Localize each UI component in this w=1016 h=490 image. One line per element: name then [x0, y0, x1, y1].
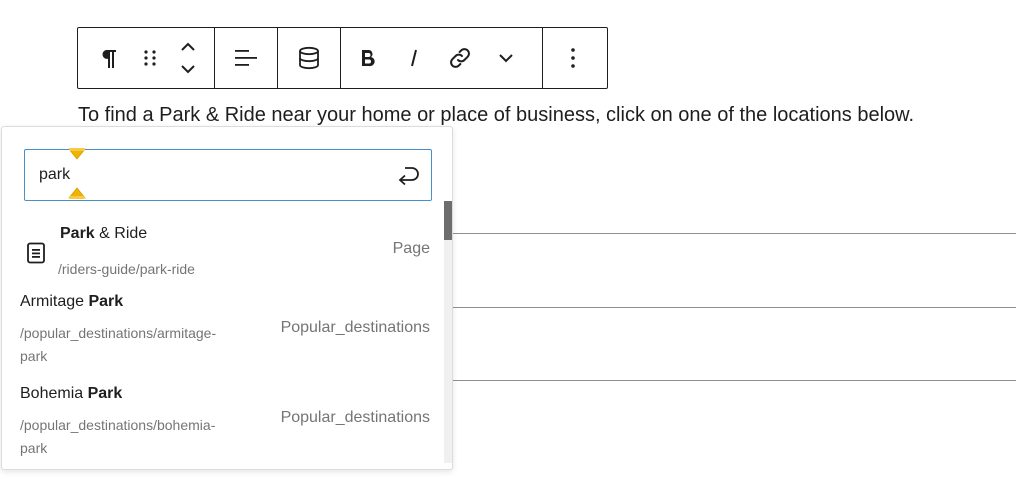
suggestion-title: Park & Ride	[60, 225, 147, 243]
align-group	[215, 28, 278, 88]
link-icon	[450, 48, 470, 68]
scrollbar-thumb[interactable]	[444, 201, 452, 240]
suggestion-type: Popular_destinations	[280, 319, 430, 336]
selection-handle-top[interactable]	[67, 148, 87, 160]
suggestion-url-line: /popular_destinations/bohemia-	[20, 417, 216, 433]
drag-handle[interactable]	[132, 34, 168, 82]
align-left-icon	[235, 50, 257, 66]
suggestion-title-rest: & Ride	[99, 225, 148, 242]
move-up-icon	[181, 42, 195, 51]
database-icon	[299, 46, 319, 70]
separator	[452, 307, 1016, 308]
suggestion-url-line: park	[20, 440, 48, 456]
suggestion-url-line: /popular_destinations/armitage-	[20, 325, 217, 341]
link-suggestion-item[interactable]: Park & Ride /riders-guide/park-ride Page	[2, 221, 446, 285]
link-search-field	[24, 148, 432, 201]
link-search-input[interactable]	[39, 150, 379, 200]
block-toolbar	[77, 27, 608, 89]
suggestion-title-match: Park	[87, 385, 123, 402]
suggestion-type: Page	[392, 240, 430, 257]
paragraph-icon	[102, 50, 116, 68]
page-icon	[27, 242, 45, 264]
link-popover: Park & Ride /riders-guide/park-ride Page…	[1, 126, 453, 470]
paragraph-text[interactable]: To find a Park & Ride near your home or …	[78, 102, 998, 128]
more-options-button[interactable]	[553, 34, 593, 82]
move-up-button[interactable]	[168, 36, 208, 58]
suggestion-url: /popular_destinations/bohemia- park	[20, 414, 215, 460]
format-group	[341, 28, 543, 88]
data-group	[278, 28, 341, 88]
bold-icon	[362, 50, 375, 67]
block-mover	[168, 34, 208, 82]
separator	[452, 380, 1016, 381]
link-suggestion-item[interactable]: Bohemia Park /popular_destinations/bohem…	[2, 381, 446, 467]
suggestion-url-line: park	[20, 348, 48, 364]
suggestion-title-match: Park	[88, 293, 124, 310]
link-suggestion-item[interactable]: Armitage Park /popular_destinations/armi…	[2, 289, 446, 375]
more-formats-button[interactable]	[483, 34, 529, 82]
chevron-down-icon	[499, 54, 513, 63]
suggestions-scrollbar[interactable]	[444, 201, 452, 463]
paragraph-block-button[interactable]	[84, 34, 132, 82]
more-options-icon	[571, 48, 575, 68]
suggestion-type: Popular_destinations	[280, 409, 430, 426]
italic-button[interactable]	[391, 34, 437, 82]
move-down-icon	[181, 65, 195, 74]
drag-handle-icon	[144, 50, 156, 66]
suggestion-url: /popular_destinations/armitage- park	[20, 322, 216, 368]
suggestion-title: Bohemia Park	[20, 385, 122, 403]
suggestion-title-prefix: Bohemia	[20, 385, 84, 402]
data-binding-button[interactable]	[285, 34, 333, 82]
link-button[interactable]	[437, 34, 483, 82]
italic-icon	[411, 49, 417, 67]
selection-handle-bottom[interactable]	[67, 187, 87, 199]
options-group	[543, 28, 603, 88]
suggestion-title-match: Park	[60, 225, 95, 242]
move-down-button[interactable]	[168, 58, 208, 80]
align-button[interactable]	[222, 34, 270, 82]
bold-button[interactable]	[345, 34, 391, 82]
submit-icon[interactable]	[395, 162, 421, 188]
suggestion-title: Armitage Park	[20, 293, 123, 311]
separator	[452, 233, 1016, 234]
suggestion-url: /riders-guide/park-ride	[58, 261, 195, 277]
suggestion-title-prefix: Armitage	[20, 293, 85, 310]
block-controls-group	[78, 28, 215, 88]
